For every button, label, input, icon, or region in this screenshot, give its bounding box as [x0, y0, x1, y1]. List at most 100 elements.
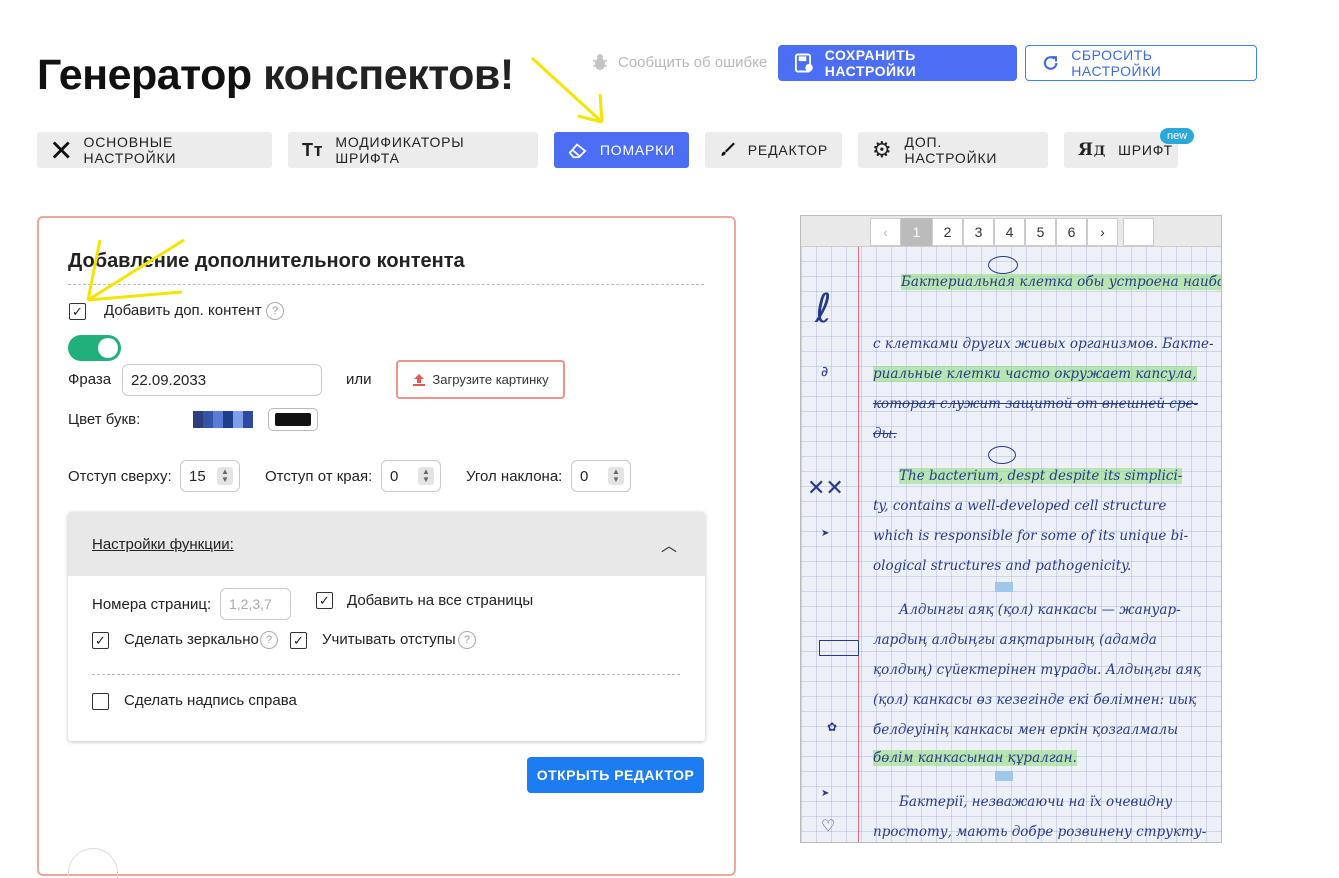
- handwritten-line: Бактериальная клетка обы устроена наибол…: [901, 274, 1221, 290]
- tab-editor[interactable]: РЕДАКТОР: [705, 132, 842, 168]
- pagination: ‹ 1 2 3 4 5 6 ›: [801, 216, 1221, 247]
- respect-offsets-checkbox[interactable]: ✓: [290, 632, 307, 649]
- page-title: Генератор конспектов!: [37, 51, 514, 99]
- spinner-arrows-icon[interactable]: ▲ ▼: [418, 467, 434, 485]
- handwritten-line: риальные клетки часто окружает капсула,: [873, 366, 1197, 382]
- all-pages-label: Добавить на все страницы: [347, 592, 534, 609]
- or-label: или: [346, 371, 372, 388]
- margin-line: [858, 216, 859, 842]
- bug-icon: [593, 54, 607, 70]
- section-title: Добавление дополнительного контента: [68, 250, 465, 272]
- phrase-label: Фраза: [68, 371, 112, 388]
- handwritten-line: бөлім канкасынан құралган.: [873, 750, 1077, 766]
- refresh-icon: [1043, 56, 1058, 70]
- color-swatch[interactable]: [193, 411, 253, 428]
- handwritten-line: ty, contains a well-developed cell struc…: [873, 498, 1167, 514]
- tab-extra-settings[interactable]: ⚙ ДОП. НАСТРОЙКИ: [858, 132, 1048, 168]
- handwritten-line: The bacterium, despt despite its simplic…: [899, 468, 1183, 484]
- offset-edge-label: Отступ от края:: [265, 468, 373, 485]
- mirror-checkbox[interactable]: ✓: [92, 632, 109, 649]
- page-button[interactable]: 4: [994, 218, 1025, 246]
- brush-icon: [721, 142, 735, 156]
- report-bug-link[interactable]: Сообщить об ошибке: [590, 52, 767, 72]
- offset-edge-input[interactable]: 0 ▲ ▼: [381, 460, 441, 492]
- function-settings-title[interactable]: Настройки функции:: [92, 536, 234, 553]
- flag-icon: [995, 771, 1013, 781]
- doodle-icon: ℓ: [815, 286, 832, 332]
- page-jump-input[interactable]: [1123, 218, 1154, 246]
- offset-top-label: Отступ сверху:: [68, 468, 172, 485]
- handwritten-line: қолдың) сүйектерінен тұрады. Алдыңгы аяқ: [873, 662, 1202, 678]
- handwritten-line: Бактерії, незважаючи на їх очевидну: [899, 794, 1173, 810]
- handwritten-line: которая служит защитой от внешней сре-: [873, 396, 1199, 412]
- new-badge: new: [1160, 128, 1195, 144]
- all-pages-checkbox[interactable]: ✓: [316, 592, 333, 609]
- prev-page-button[interactable]: ‹: [870, 218, 901, 246]
- help-icon[interactable]: ?: [266, 302, 284, 320]
- save-settings-icon: [794, 53, 813, 73]
- letter-color-picker[interactable]: [268, 408, 318, 431]
- right-caption-checkbox[interactable]: [92, 693, 109, 710]
- notebook-preview: ‹ 1 2 3 4 5 6 › ℓ ∂ ✕✕ ➤ ✿ ➤ ♡ Бактериал…: [800, 215, 1222, 843]
- gear-icon: ⚙: [872, 137, 893, 162]
- page-numbers-input[interactable]: 1,2,3,7: [220, 588, 291, 620]
- help-icon[interactable]: ?: [458, 631, 476, 649]
- page-button[interactable]: 5: [1025, 218, 1056, 246]
- tools-icon: [52, 141, 70, 159]
- handwritten-line: простоту, мають добре розвинену структу-: [873, 824, 1207, 840]
- flag-icon: [988, 446, 1016, 464]
- divider: [92, 674, 680, 675]
- color-label: Цвет букв:: [68, 411, 141, 428]
- page-button[interactable]: 3: [963, 218, 994, 246]
- page-numbers-label: Номера страниц:: [92, 596, 212, 613]
- handwritten-line: (қол) канкасы өз кезегінде екі бөлімнен:…: [873, 692, 1197, 708]
- upload-icon: [413, 373, 426, 386]
- respect-offsets-label: Учитывать отступы: [322, 631, 456, 648]
- tab-main-settings[interactable]: ОСНОВНЫЕ НАСТРОЙКИ: [37, 132, 272, 168]
- handwritten-line: ды.: [873, 426, 897, 442]
- open-editor-button[interactable]: ОТКРЫТЬ РЕДАКТОР: [527, 757, 704, 793]
- handwritten-line: белдеуінің канкасы мен еркін қозгалмалы: [873, 722, 1179, 738]
- doodle-icon: ➤: [821, 528, 830, 539]
- page-button[interactable]: 2: [932, 218, 963, 246]
- heart-icon: ♡: [821, 816, 836, 835]
- help-icon[interactable]: ?: [260, 631, 278, 649]
- add-content-checkbox[interactable]: ✓: [69, 303, 86, 320]
- doodle-icon: [819, 640, 859, 656]
- handwritten-line: с клетками других живых организмов. Бакт…: [873, 336, 1214, 352]
- upload-image-button[interactable]: Загрузите картинку: [396, 360, 565, 399]
- doodle-icon: ➤: [821, 788, 830, 799]
- doodle-icon: ✿: [827, 720, 838, 734]
- right-caption-label: Сделать надпись справа: [124, 692, 297, 709]
- angle-label: Угол наклона:: [466, 468, 563, 485]
- offset-top-input[interactable]: 15 ▲ ▼: [180, 460, 240, 492]
- spinner-arrows-icon[interactable]: ▲ ▼: [608, 467, 624, 485]
- handwritten-line: which is responsible for some of its uni…: [873, 528, 1189, 544]
- chevron-up-icon[interactable]: ︿: [661, 532, 677, 556]
- handwritten-line: Алдынгы аяқ (қол) канкасы — жануар-: [899, 602, 1181, 618]
- handwritten-line: ological structures and pathogenicity.: [873, 558, 1132, 574]
- flag-icon: [995, 582, 1013, 592]
- page-button[interactable]: 6: [1056, 218, 1087, 246]
- font-icon: ЯД: [1078, 140, 1107, 160]
- color-preview: [275, 413, 311, 426]
- angle-input[interactable]: 0 ▲ ▼: [571, 460, 631, 492]
- handwritten-line: лардың алдыңгы аяқтарының (адамда: [873, 632, 1157, 648]
- next-page-button[interactable]: ›: [1087, 218, 1118, 246]
- divider: [68, 284, 704, 285]
- phrase-input[interactable]: 22.09.2033: [122, 364, 322, 396]
- flag-icon: [988, 256, 1018, 274]
- save-settings-button[interactable]: СОХРАНИТЬ НАСТРОЙКИ: [778, 45, 1017, 81]
- content-toggle[interactable]: [68, 335, 121, 361]
- add-content-label: Добавить доп. контент: [104, 302, 262, 319]
- tab-blots[interactable]: ПОМАРКИ: [554, 132, 689, 168]
- font-size-icon: Tт: [302, 139, 324, 160]
- doodle-icon: ∂: [821, 364, 829, 380]
- mirror-label: Сделать зеркально: [124, 631, 259, 648]
- tab-font-modifiers[interactable]: Tт МОДИФИКАТОРЫ ШРИФТА: [288, 132, 538, 168]
- eraser-icon: [568, 143, 587, 159]
- spinner-arrows-icon[interactable]: ▲ ▼: [217, 467, 233, 485]
- reset-settings-button[interactable]: СБРОСИТЬ НАСТРОЙКИ: [1025, 45, 1257, 81]
- page-button[interactable]: 1: [901, 218, 932, 246]
- doodle-icon: ✕✕: [807, 476, 844, 501]
